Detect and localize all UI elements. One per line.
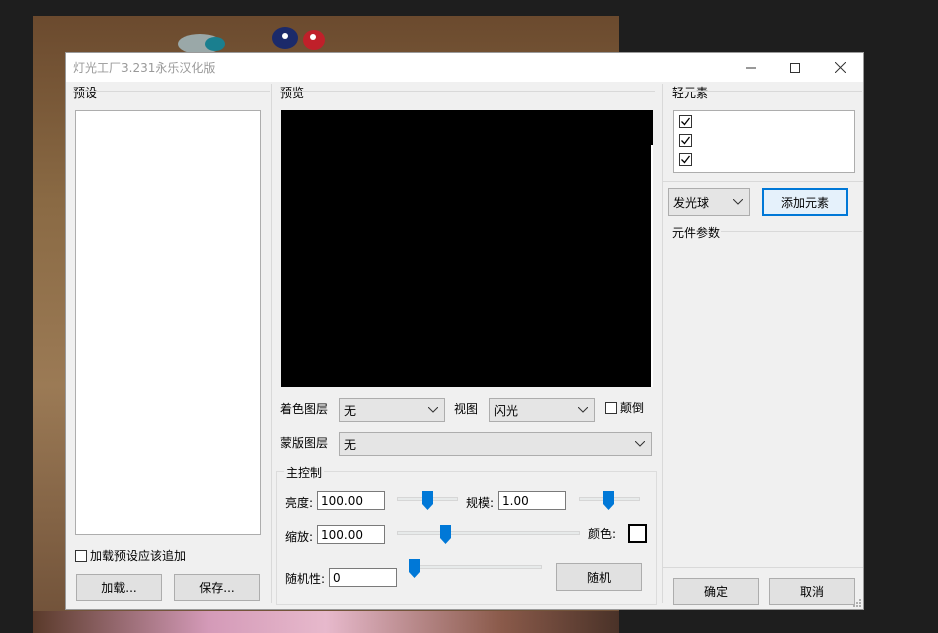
chevron-down-icon	[635, 441, 645, 447]
minimize-button[interactable]	[729, 53, 773, 82]
preview-canvas[interactable]	[281, 110, 653, 387]
invert-label: 颠倒	[620, 401, 645, 415]
element-params-line	[721, 231, 862, 232]
maximize-icon	[790, 62, 800, 73]
color-layer-value: 无	[344, 403, 357, 418]
minimize-icon	[746, 67, 756, 68]
element-params-label: 元件参数	[672, 226, 721, 240]
load-button[interactable]: 加载...	[76, 574, 162, 601]
brightness-slider-thumb[interactable]	[422, 491, 433, 510]
presets-group-label: 预设	[73, 86, 98, 100]
elements-group-label: 轻元素	[672, 86, 709, 100]
divider-left	[271, 84, 272, 603]
title-bar[interactable]: 灯光工厂3.231永乐汉化版	[66, 53, 863, 82]
light-factory-dialog: 灯光工厂3.231永乐汉化版 预设 加载预设应该追加 加载... 保存... 预…	[65, 52, 864, 610]
add-element-button[interactable]: 添加元素	[762, 188, 848, 216]
element-type-value: 发光球	[673, 195, 710, 210]
view-value: 闪光	[494, 403, 519, 418]
footer-separator	[663, 567, 863, 568]
divider-right	[662, 84, 663, 603]
maximize-button[interactable]	[773, 53, 817, 82]
zoom-input[interactable]: 100.00	[317, 525, 385, 544]
scale-label: 规模:	[466, 496, 495, 510]
scale-input[interactable]: 1.00	[498, 491, 566, 510]
zoom-slider-track[interactable]	[397, 531, 580, 535]
main-control-label: 主控制	[284, 464, 325, 481]
mask-layer-value: 无	[344, 437, 357, 452]
mask-layer-select[interactable]: 无	[339, 432, 652, 456]
color-swatch[interactable]	[628, 524, 647, 543]
preview-scrollbar[interactable]	[651, 145, 653, 387]
background-canvas-bottom	[33, 611, 619, 633]
color-label: 颜色:	[588, 527, 617, 541]
preset-list[interactable]	[75, 110, 261, 535]
chevron-down-icon	[428, 407, 438, 413]
randomness-input[interactable]: 0	[329, 568, 397, 587]
invert-option[interactable]: 颠倒	[605, 399, 644, 416]
mask-layer-label: 蒙版图层	[280, 436, 329, 450]
chevron-down-icon	[578, 407, 588, 413]
view-select[interactable]: 闪光	[489, 398, 595, 422]
preview-group-line	[280, 91, 655, 92]
view-label: 视图	[454, 402, 479, 416]
randomness-label: 随机性:	[285, 572, 326, 586]
element-type-select[interactable]: 发光球	[668, 188, 750, 216]
append-preset-option[interactable]: 加载预设应该追加	[75, 547, 186, 564]
color-layer-label: 着色图层	[280, 402, 329, 416]
save-button[interactable]: 保存...	[174, 574, 260, 601]
append-preset-label: 加载预设应该追加	[90, 549, 187, 563]
window-title: 灯光工厂3.231永乐汉化版	[73, 61, 216, 75]
color-layer-select[interactable]: 无	[339, 398, 445, 422]
presets-group-line	[73, 91, 270, 92]
brightness-label: 亮度:	[285, 496, 314, 510]
invert-checkbox[interactable]	[605, 401, 617, 414]
element-checkbox-2[interactable]	[679, 134, 692, 147]
randomness-slider-thumb[interactable]	[409, 559, 420, 578]
brightness-input[interactable]: 100.00	[317, 491, 385, 510]
zoom-label: 缩放:	[285, 530, 314, 544]
element-checkbox-3[interactable]	[679, 153, 692, 166]
chevron-down-icon	[733, 199, 743, 205]
elements-separator	[663, 181, 863, 182]
elements-group-line	[672, 91, 862, 92]
cancel-button[interactable]: 取消	[769, 578, 855, 605]
scale-slider-thumb[interactable]	[603, 491, 614, 510]
close-icon	[834, 62, 846, 73]
zoom-slider-thumb[interactable]	[440, 525, 451, 544]
element-list[interactable]	[673, 110, 855, 173]
resize-grip-icon[interactable]	[853, 599, 862, 608]
element-checkbox-1[interactable]	[679, 115, 692, 128]
close-button[interactable]	[818, 53, 862, 82]
ok-button[interactable]: 确定	[673, 578, 759, 605]
preview-group-label: 预览	[280, 86, 305, 100]
random-button[interactable]: 随机	[556, 563, 642, 591]
append-preset-checkbox[interactable]	[75, 549, 87, 562]
randomness-slider-track[interactable]	[409, 565, 542, 569]
